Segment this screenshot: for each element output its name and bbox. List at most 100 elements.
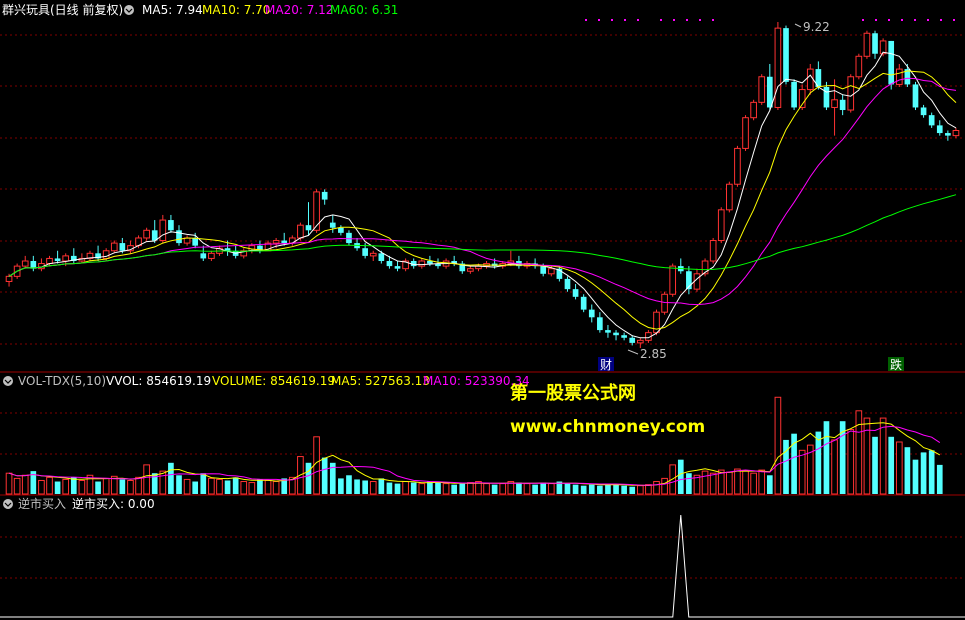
candle-body xyxy=(621,335,627,338)
candle-body xyxy=(726,183,733,211)
volume-bar xyxy=(321,457,328,494)
signal-series xyxy=(0,514,965,618)
finance-marker: 财 xyxy=(600,358,612,372)
candle-body xyxy=(709,240,717,262)
volume-bar xyxy=(224,480,231,494)
volume-bar xyxy=(442,483,450,495)
volume-bar xyxy=(394,483,401,494)
marker-dot xyxy=(660,19,662,21)
volume-bar xyxy=(936,464,943,494)
drop-marker: 跌 xyxy=(890,357,902,372)
candle-body xyxy=(281,240,288,244)
marker-dot xyxy=(699,19,701,21)
candle-body xyxy=(297,224,304,239)
volume-bar xyxy=(272,481,280,495)
volume-bar xyxy=(645,484,652,495)
low-price-pointer xyxy=(627,349,639,355)
candle-body xyxy=(920,107,927,116)
volume-bar xyxy=(863,417,871,495)
volume-bar xyxy=(580,485,587,494)
ma60-line xyxy=(8,194,957,277)
candlestick-series xyxy=(5,22,960,348)
volume-bar xyxy=(783,439,789,494)
volume-bar xyxy=(686,473,692,494)
volume-bar xyxy=(774,396,782,495)
volume-bar xyxy=(831,439,838,495)
candle-body xyxy=(783,28,789,82)
candle-body xyxy=(272,240,280,244)
volume-bar xyxy=(248,482,256,495)
volume-bar xyxy=(410,482,417,494)
main-panel-header: 群兴玩具(日线 前复权) MA5: 7.94 MA10: 7.70 MA20: … xyxy=(2,2,398,17)
volume-bar xyxy=(418,483,426,495)
volume-bar xyxy=(54,481,61,494)
signal-value-label: 逆市买入: 0.00 xyxy=(72,496,155,511)
candle-body xyxy=(346,232,352,244)
candle-body xyxy=(734,147,741,185)
signal-line xyxy=(0,514,965,618)
candle-body xyxy=(613,332,619,336)
candle-body xyxy=(742,117,749,149)
candle-body xyxy=(758,76,766,103)
volume-bar xyxy=(872,436,878,494)
volume-bar xyxy=(354,479,360,494)
volume-bar xyxy=(168,462,174,494)
ma5-line xyxy=(8,51,957,339)
chevron-down-icon[interactable] xyxy=(124,5,134,15)
volume-bar xyxy=(483,483,490,495)
candle-body xyxy=(597,317,603,331)
chevron-down-icon[interactable] xyxy=(3,499,13,509)
volume-bar xyxy=(362,480,368,494)
volume-bar xyxy=(499,483,507,495)
volume-bar xyxy=(726,471,733,495)
volume-bar xyxy=(904,447,911,494)
volume-bar xyxy=(823,421,830,494)
candle-body xyxy=(895,68,903,85)
candle-body xyxy=(378,253,385,261)
volume-bar xyxy=(183,478,191,495)
volume-bar xyxy=(895,441,903,495)
ma5-label: MA5: 7.94 xyxy=(142,3,203,17)
marker-dot xyxy=(611,19,613,21)
volume-bar xyxy=(435,482,441,494)
marker-dot xyxy=(598,19,600,21)
signal-title: 逆市买入 xyxy=(18,496,66,511)
candle-body xyxy=(192,237,199,246)
volume-bar xyxy=(143,464,150,495)
volume-bar xyxy=(46,476,53,495)
candle-body xyxy=(669,265,677,295)
candle-body xyxy=(102,250,110,259)
volume-bar xyxy=(305,462,312,494)
candle-body xyxy=(467,268,474,272)
ma10-label: MA10: 7.70 xyxy=(202,3,270,17)
volume-bar xyxy=(159,470,167,495)
volume-bar xyxy=(232,477,239,494)
volume-bar xyxy=(176,475,182,494)
volume-bar xyxy=(13,477,21,495)
chevron-down-icon[interactable] xyxy=(3,376,13,386)
candle-body xyxy=(928,115,935,126)
volume-bar xyxy=(564,483,571,494)
volume-bar xyxy=(378,478,385,494)
marker-dot xyxy=(888,19,890,21)
volume-title: VOL-TDX(5,10) xyxy=(18,374,106,388)
candle-body xyxy=(329,222,336,228)
volume-bar xyxy=(766,475,773,494)
candle-body xyxy=(168,220,174,231)
volume-bar xyxy=(21,474,29,495)
marker-dot xyxy=(901,19,903,21)
candle-body xyxy=(21,260,29,267)
volume-bar xyxy=(451,484,458,494)
volume-bar xyxy=(402,481,409,495)
stock-chart: 群兴玩具(日线 前复权) MA5: 7.94 MA10: 7.70 MA20: … xyxy=(0,2,965,618)
high-price-label: 9.22 xyxy=(803,20,830,34)
candle-body xyxy=(143,229,150,239)
marker-dot xyxy=(624,19,626,21)
low-price-label: 2.85 xyxy=(640,347,667,361)
candle-body xyxy=(588,309,595,318)
candle-body xyxy=(717,209,725,242)
volume-bar xyxy=(879,417,887,495)
volume-bar xyxy=(102,477,110,495)
high-price-pointer xyxy=(794,23,802,28)
candle-body xyxy=(823,86,830,108)
